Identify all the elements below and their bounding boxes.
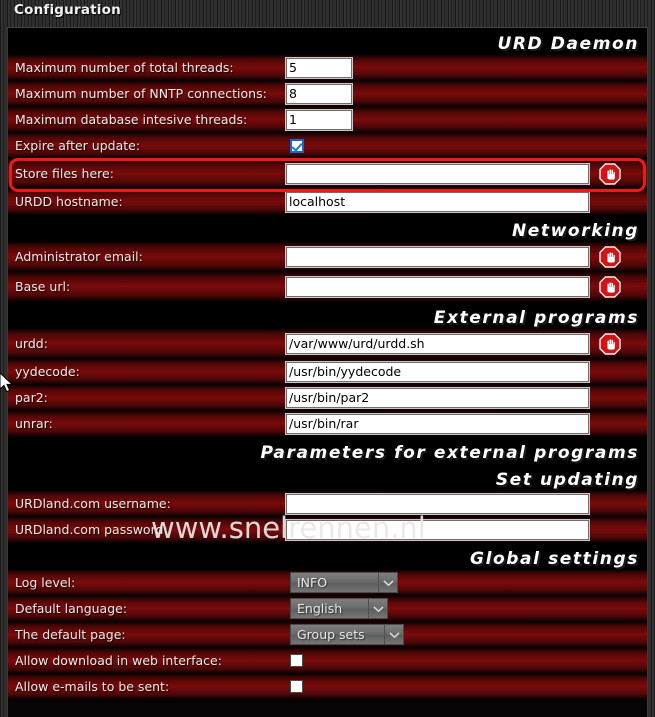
config-row-label: Store files here: [15, 166, 114, 181]
config-row-field [286, 245, 647, 268]
input-maximum-database-intesive-threads[interactable] [286, 109, 352, 130]
config-row: Allow download in web interface: [8, 648, 647, 674]
config-row-field [286, 275, 647, 298]
config-row: Log level: INFO [8, 570, 647, 596]
config-row: Expire after update: [8, 133, 647, 159]
config-row: Default language: English [8, 596, 647, 622]
config-row-label: Allow download in web interface: [15, 653, 222, 668]
section-header-parameters-for-external-programs: Parameters for external programs [8, 437, 647, 464]
section-title: Parameters for external programs [260, 443, 639, 463]
config-row-label: The default page: [15, 627, 126, 642]
page-title: Configuration [14, 2, 121, 18]
configuration-panel: URD Daemon Maximum number of total thread… [7, 27, 648, 717]
input-maximum-number-of-nntp-connections[interactable] [286, 83, 352, 104]
config-row-field: Group sets [286, 624, 647, 645]
section-title: URD Daemon [497, 34, 639, 54]
section-header-set-updating: Set updating [8, 464, 647, 491]
config-row-field [286, 387, 647, 408]
checkbox-allow-download-in-web-interface[interactable] [290, 654, 303, 667]
config-row-label: unrar: [15, 416, 53, 431]
stop-hand-icon [599, 332, 621, 355]
section-header-networking: Networking [8, 215, 647, 242]
sections-container: URD Daemon Maximum number of total thread… [8, 28, 647, 700]
config-row-field [286, 680, 647, 693]
config-row-label: yydecode: [15, 364, 80, 379]
checkbox-allow-e-mails-to-be-sent[interactable] [290, 680, 303, 693]
config-row: Maximum number of total threads: [8, 55, 647, 81]
config-row: par2: [8, 385, 647, 411]
select-value: English [297, 601, 343, 616]
config-row-label: Maximum number of NNTP connections: [15, 86, 267, 101]
stop-hand-icon [599, 245, 621, 268]
config-row-field [286, 654, 647, 667]
config-row-label: URDland.com username: [15, 496, 171, 511]
config-row-label: Maximum number of total threads: [15, 60, 234, 75]
input-urdd-hostname[interactable] [286, 191, 589, 212]
input-yydecode[interactable] [286, 361, 589, 382]
checkbox-expire-after-update[interactable] [290, 138, 304, 153]
select-default-language[interactable]: English [290, 598, 388, 619]
config-row: unrar: [8, 411, 647, 437]
config-row-field [286, 191, 647, 212]
chevron-down-icon[interactable] [384, 625, 403, 644]
config-row-field: English [286, 598, 647, 619]
input-base-url[interactable] [286, 276, 589, 297]
config-row-label: Maximum database intesive threads: [15, 112, 248, 127]
config-row: urdd: [8, 329, 647, 359]
config-row: Base url: [8, 272, 647, 302]
section-header-urd-daemon: URD Daemon [8, 28, 647, 55]
config-row-field [286, 413, 647, 434]
config-row-label: Base url: [15, 279, 71, 294]
config-row-label: urdd: [15, 336, 48, 351]
config-row-field [286, 109, 647, 130]
config-row: The default page: Group sets [8, 622, 647, 648]
select-the-default-page[interactable]: Group sets [290, 624, 404, 645]
config-row-field [286, 57, 647, 78]
config-row-field [286, 332, 647, 355]
config-row: Allow e-mails to be sent: [8, 674, 647, 700]
select-value: INFO [297, 575, 328, 590]
config-row-label: Administrator email: [15, 249, 143, 264]
config-row: Maximum number of NNTP connections: [8, 81, 647, 107]
config-row-field [286, 162, 647, 185]
config-row-field: INFO [286, 572, 647, 593]
config-row-field [286, 83, 647, 104]
site-watermark: www.snelrennen.nl [151, 511, 426, 545]
section-title: External programs [433, 308, 639, 328]
config-row: Maximum database intesive threads: [8, 107, 647, 133]
input-urdd[interactable] [286, 333, 589, 354]
select-log-level[interactable]: INFO [290, 572, 398, 593]
input-administrator-email[interactable] [286, 246, 589, 267]
config-row: URDD hostname: [8, 189, 647, 215]
chevron-down-icon[interactable] [378, 573, 397, 592]
config-row: Store files here: [8, 159, 647, 189]
stop-hand-icon [599, 275, 621, 298]
config-row-field [286, 361, 647, 382]
config-row-label: Allow e-mails to be sent: [15, 679, 170, 694]
config-row-label: Expire after update: [15, 138, 141, 153]
section-title: Set updating [495, 470, 639, 490]
select-value: Group sets [297, 627, 365, 642]
section-header-global-settings: Global settings [8, 543, 647, 570]
config-row-label: URDD hostname: [15, 194, 123, 209]
input-unrar[interactable] [286, 413, 589, 434]
config-row-field [286, 138, 647, 153]
section-header-external-programs: External programs [8, 302, 647, 329]
stop-hand-icon [599, 162, 621, 185]
config-row-label: Log level: [15, 575, 76, 590]
chevron-down-icon[interactable] [368, 599, 387, 618]
section-title: Networking [511, 221, 639, 241]
config-row-label: par2: [15, 390, 48, 405]
input-par2[interactable] [286, 387, 589, 408]
config-row-label: Default language: [15, 601, 128, 616]
section-title: Global settings [470, 549, 639, 569]
input-store-files-here[interactable] [286, 163, 589, 184]
input-maximum-number-of-total-threads[interactable] [286, 57, 352, 78]
config-row: yydecode: [8, 359, 647, 385]
config-row: Administrator email: [8, 242, 647, 272]
